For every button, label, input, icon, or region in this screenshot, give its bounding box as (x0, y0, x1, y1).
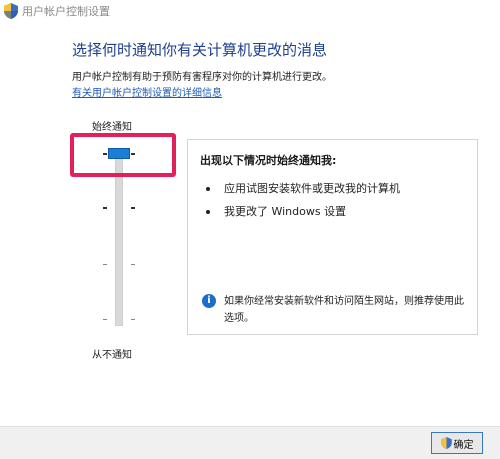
page-title: 选择何时通知你有关计算机更改的消息 (72, 41, 328, 59)
slider-tick-right (131, 264, 135, 265)
uac-shield-icon (4, 3, 18, 19)
info-icon: i (202, 294, 216, 308)
list-item-text: 我更改了 Windows 设置 (224, 205, 347, 218)
list-item: 应用试图安装软件或更改我的计算机 (206, 180, 400, 196)
ok-button-label: 确定 (453, 439, 474, 451)
bullet-icon (206, 187, 210, 191)
highlight-annotation-box (70, 133, 176, 177)
footer-bar: 确定 (0, 426, 500, 459)
slider-tick-left (103, 264, 107, 265)
list-item: 我更改了 Windows 设置 (206, 203, 346, 219)
slider-bottom-label: 从不通知 (92, 350, 132, 361)
panel-title: 出现以下情况时始终通知我: (200, 154, 337, 167)
slider-tick-right (131, 319, 135, 320)
uac-help-link[interactable]: 有关用户帐户控制设置的详细信息 (72, 84, 222, 99)
description-text: 用户帐户控制有助于预防有害程序对你的计算机进行更改。 (72, 72, 332, 83)
list-item-text: 应用试图安装软件或更改我的计算机 (224, 182, 400, 195)
uac-shield-icon (440, 437, 452, 449)
slider-tick-left (103, 319, 107, 320)
bullet-icon (206, 210, 210, 214)
level-description-panel: 出现以下情况时始终通知我: 应用试图安装软件或更改我的计算机 我更改了 Wind… (187, 139, 478, 335)
window-title: 用户帐户控制设置 (22, 5, 110, 18)
slider-tick-left (103, 207, 107, 209)
slider-tick-right (131, 207, 135, 209)
slider-top-label: 始终通知 (92, 122, 132, 133)
title-bar: 用户帐户控制设置 (0, 0, 500, 22)
info-text: 如果你经常安装新软件和访问陌生网站，则推荐使用此选项。 (224, 296, 464, 324)
ok-button[interactable]: 确定 (431, 432, 483, 454)
